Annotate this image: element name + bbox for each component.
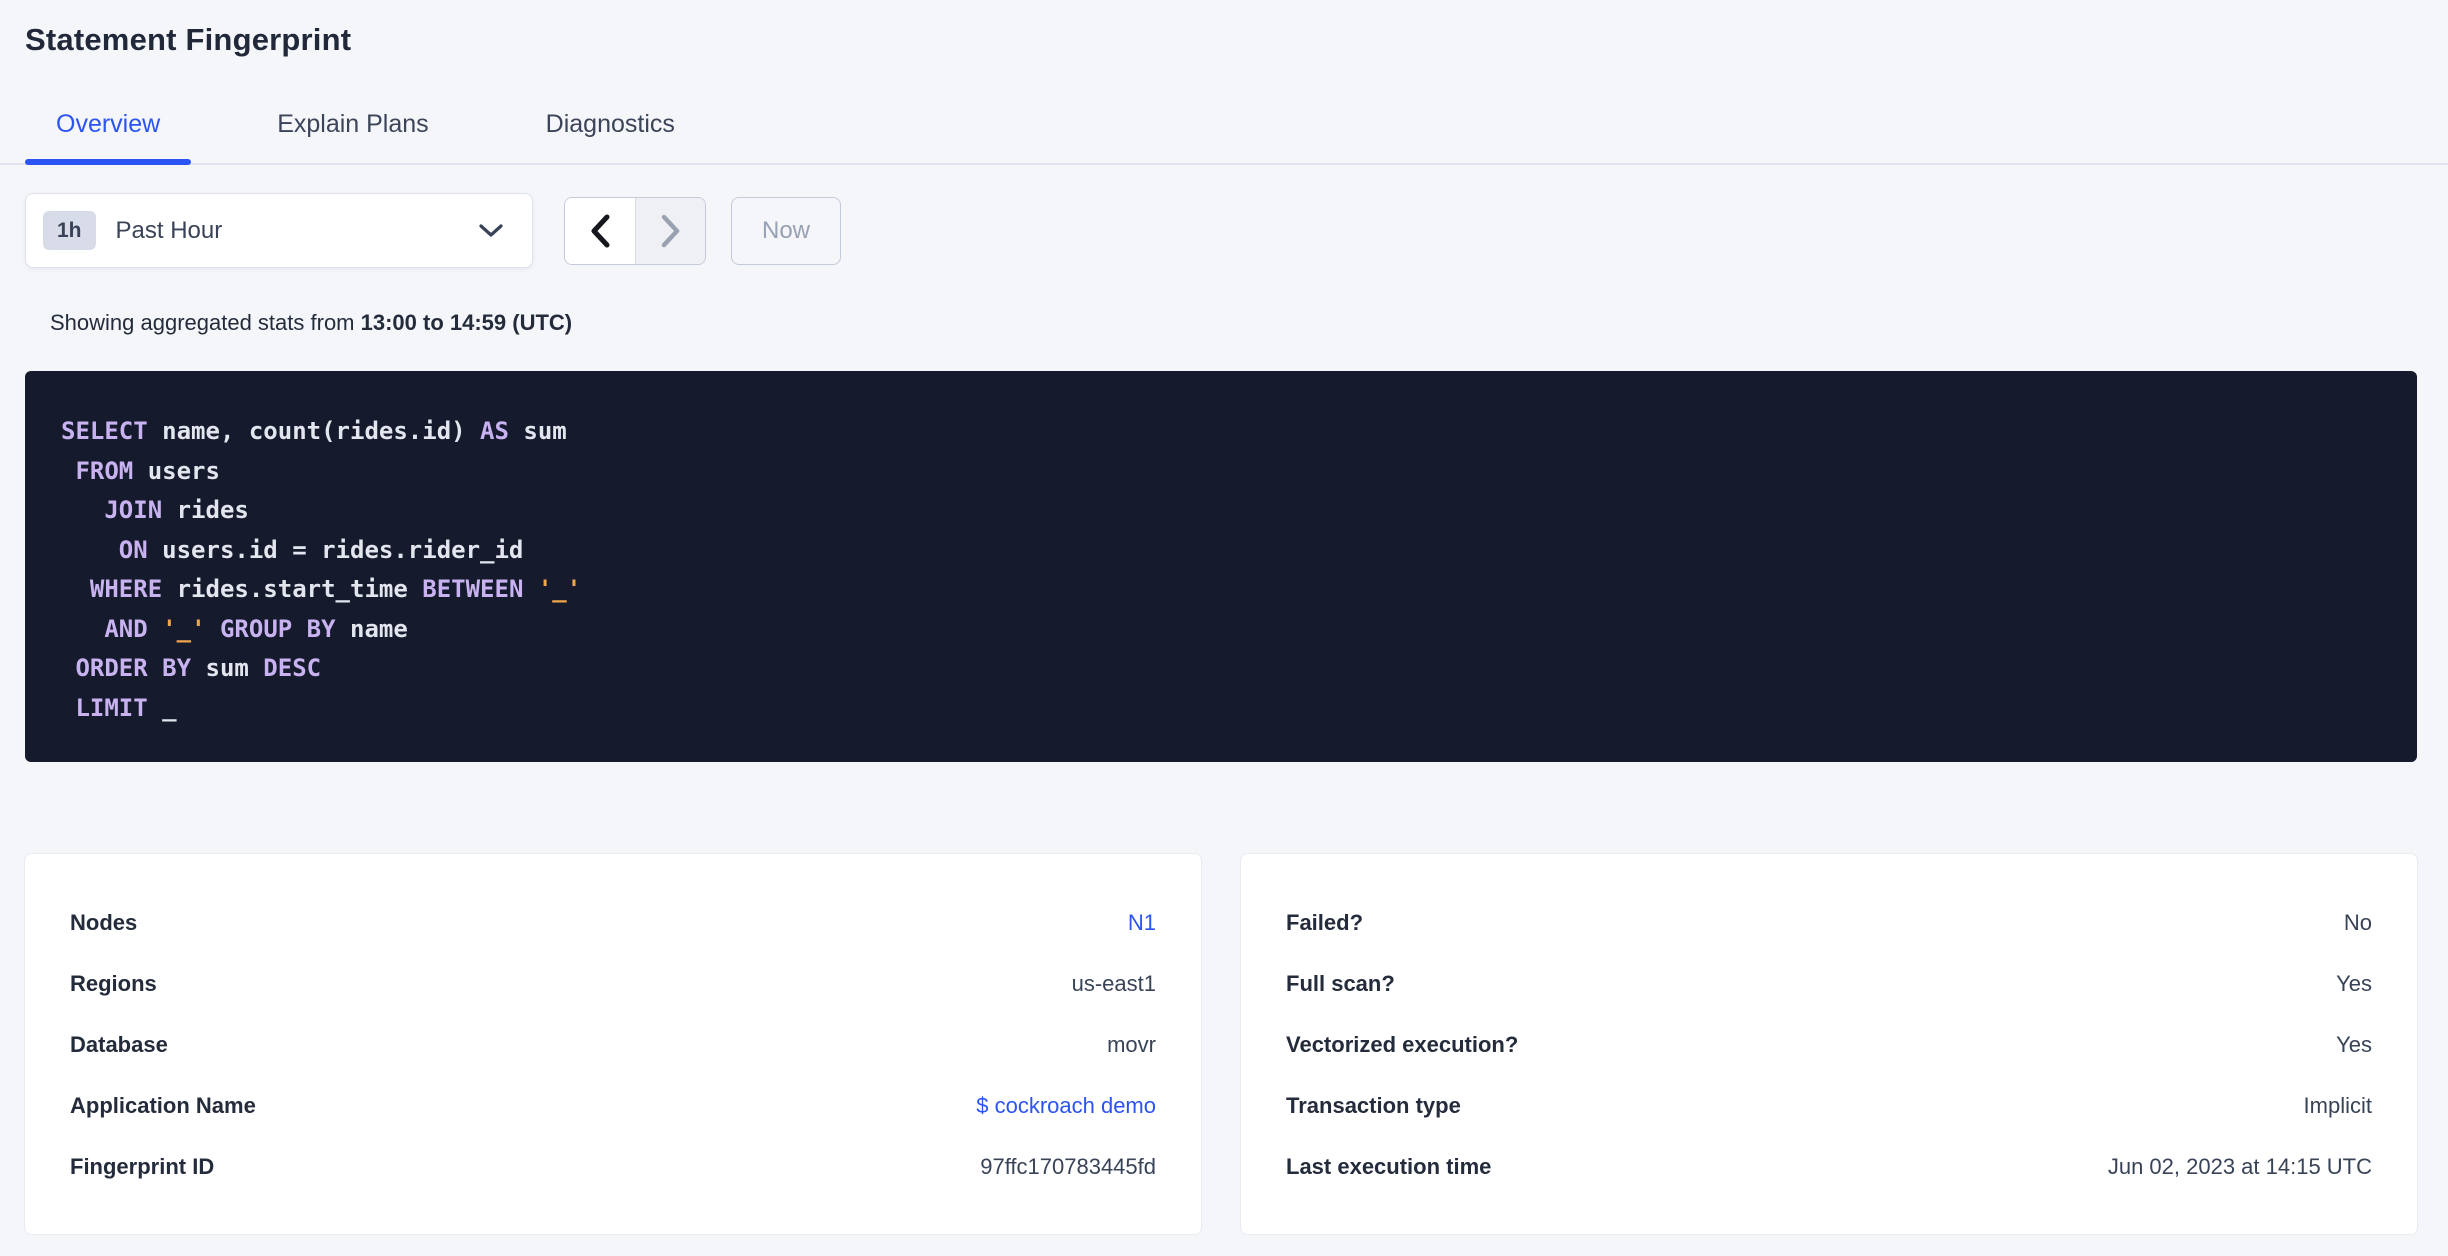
next-interval-button[interactable] [635,197,705,264]
previous-interval-button[interactable] [565,197,635,264]
row-application-name: Application Name $ cockroach demo [70,1075,1156,1136]
nodes-label: Nodes [70,909,138,935]
row-regions: Regions us-east1 [70,953,1156,1014]
transaction-type-label: Transaction type [1286,1092,1461,1118]
failed-value: No [2343,909,2372,935]
execution-attributes-card: Failed? No Full scan? Yes Vectorized exe… [1241,854,2417,1234]
row-vectorized-execution: Vectorized execution? Yes [1286,1014,2372,1075]
tab-overview[interactable]: Overview [25,100,192,165]
row-failed: Failed? No [1286,892,2372,953]
chevron-left-icon [591,214,610,247]
nodes-value-link[interactable]: N1 [1128,910,1156,936]
row-database: Database movr [70,1014,1156,1075]
row-last-execution-time: Last execution time Jun 02, 2023 at 14:1… [1286,1136,2372,1197]
database-value: movr [1107,1031,1156,1057]
failed-label: Failed? [1286,909,1364,935]
tab-overview-label: Overview [56,110,161,138]
regions-value: us-east1 [1071,970,1156,996]
transaction-type-value: Implicit [2303,1092,2372,1118]
tab-diagnostics[interactable]: Diagnostics [515,100,706,163]
vectorized-execution-value: Yes [2336,1031,2372,1057]
database-label: Database [70,1031,168,1057]
full-scan-value: Yes [2336,970,2372,996]
last-execution-time-label: Last execution time [1286,1153,1492,1179]
time-toolbar: 1h Past Hour Now [25,193,2417,268]
row-fingerprint-id: Fingerprint ID 97ffc170783445fd [70,1136,1156,1197]
time-interval-label: Past Hour [115,216,223,244]
row-full-scan: Full scan? Yes [1286,953,2372,1014]
page-title: Statement Fingerprint [25,22,352,57]
now-button[interactable]: Now [731,196,842,265]
tab-explain-plans[interactable]: Explain Plans [246,100,459,163]
statement-details-card: Nodes N1 Regions us-east1 Database movr … [25,854,1201,1234]
time-pager [564,196,706,265]
full-scan-label: Full scan? [1286,970,1395,996]
regions-label: Regions [70,970,157,996]
page-header: Statement Fingerprint [0,0,2448,58]
row-nodes: Nodes N1 [70,892,1156,953]
sql-statement-box: SELECT name, count(rides.id) AS sum FROM… [25,371,2417,762]
aggregated-stats-line: Showing aggregated stats from 13:00 to 1… [25,310,2417,336]
stats-line-prefix: Showing aggregated stats from [50,310,361,335]
tab-explain-plans-label: Explain Plans [277,110,429,138]
application-name-label: Application Name [70,1092,256,1118]
tab-diagnostics-label: Diagnostics [545,110,675,138]
sql-code: SELECT name, count(rides.id) AS sum FROM… [61,417,582,722]
fingerprint-id-value: 97ffc170783445fd [980,1153,1156,1179]
row-transaction-type: Transaction type Implicit [1286,1075,2372,1136]
chevron-down-icon [479,223,503,237]
interval-badge: 1h [43,211,96,250]
summary-cards: Nodes N1 Regions us-east1 Database movr … [25,854,2417,1234]
time-interval-dropdown[interactable]: 1h Past Hour [25,193,533,268]
last-execution-time-value: Jun 02, 2023 at 14:15 UTC [2107,1153,2372,1179]
chevron-right-icon [661,214,679,247]
tab-bar: Overview Explain Plans Diagnostics [0,100,2448,165]
fingerprint-id-label: Fingerprint ID [70,1153,215,1179]
vectorized-execution-label: Vectorized execution? [1286,1031,1519,1057]
stats-line-range: 13:00 to 14:59 (UTC) [360,310,573,335]
application-name-value-link[interactable]: $ cockroach demo [976,1093,1156,1119]
